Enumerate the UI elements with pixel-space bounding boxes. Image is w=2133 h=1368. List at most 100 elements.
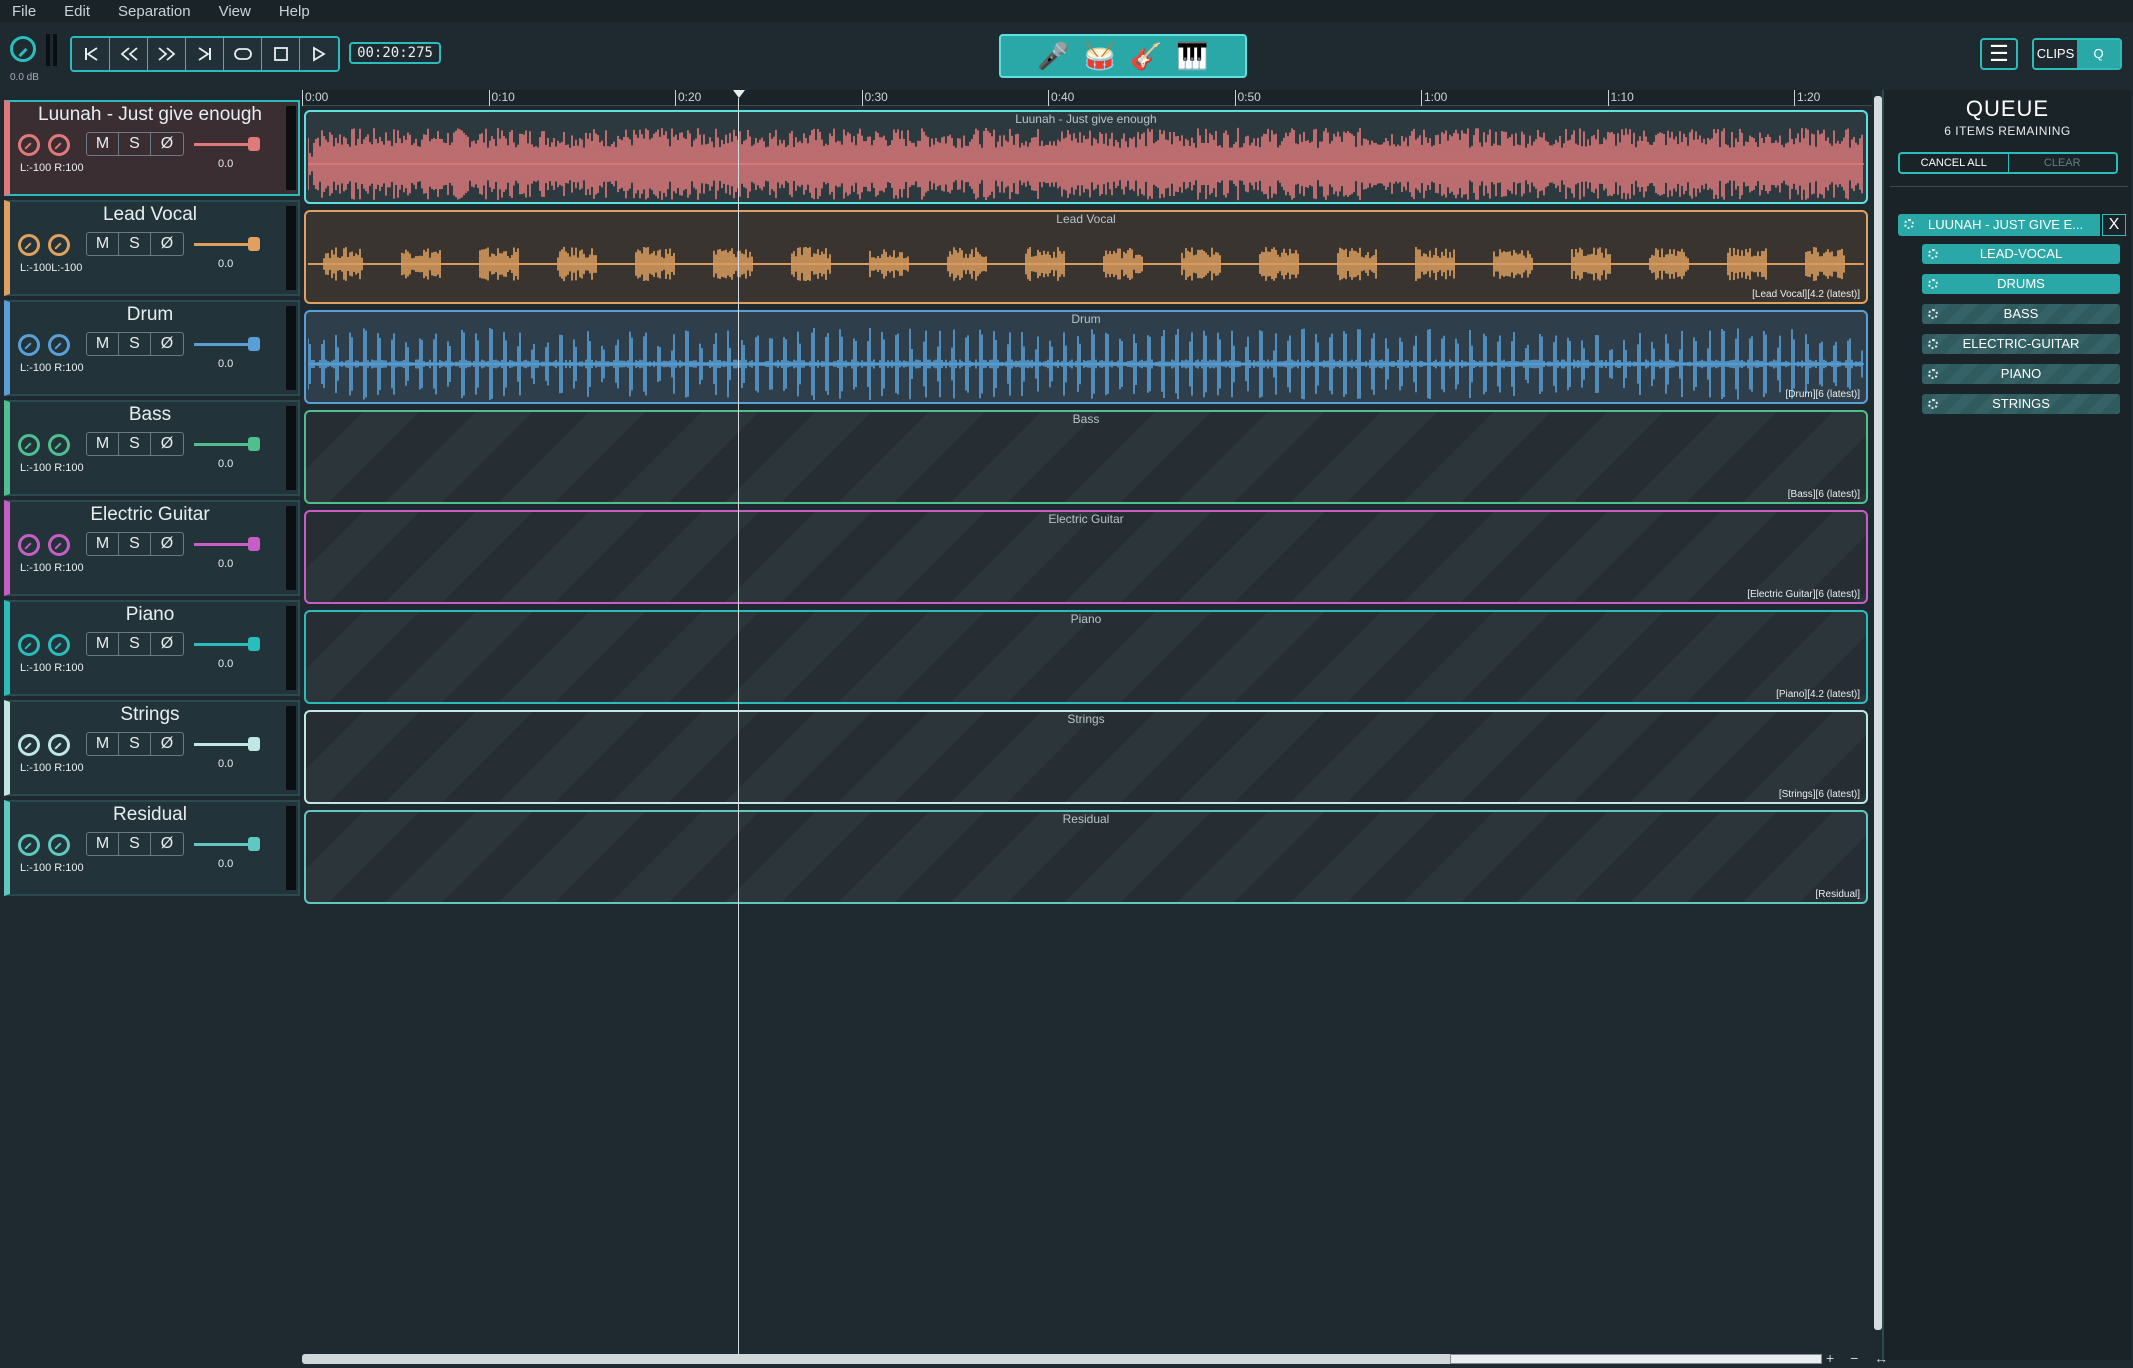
pan-knob[interactable]: [48, 234, 70, 256]
mute-button[interactable]: M: [87, 433, 119, 455]
timeline-ruler[interactable]: 0:00 0:10 0:20 0:30 0:40 0:50 1:00 1:10 1:20: [302, 90, 1872, 106]
track-lane[interactable]: Drum [Drum][6 (latest)]: [304, 310, 1868, 404]
track-header[interactable]: Bass M S Ø 0.0 L:-100 R:100: [4, 400, 300, 496]
loop-button[interactable]: [224, 38, 262, 70]
track-name[interactable]: Luunah - Just give enough: [10, 104, 290, 126]
hamburger-menu-button[interactable]: ☰: [1980, 38, 2018, 70]
microphone-icon[interactable]: 🎤: [1037, 41, 1069, 72]
play-button[interactable]: [300, 38, 338, 70]
close-job-button[interactable]: X: [2102, 214, 2126, 236]
solo-button[interactable]: S: [119, 433, 151, 455]
gain-fader-thumb[interactable]: [248, 537, 260, 551]
clear-processed-button[interactable]: CLEAR PROCESSED: [2009, 154, 2117, 172]
track-name[interactable]: Bass: [10, 404, 290, 426]
pan-knob[interactable]: [48, 834, 70, 856]
menu-help[interactable]: Help: [279, 3, 310, 20]
mute-button[interactable]: M: [87, 233, 119, 255]
menu-edit[interactable]: Edit: [64, 3, 90, 20]
solo-button[interactable]: S: [119, 233, 151, 255]
pan-knob[interactable]: [48, 734, 70, 756]
gain-fader-thumb[interactable]: [248, 837, 260, 851]
queue-item[interactable]: PIANO: [1922, 364, 2120, 384]
phase-invert-button[interactable]: Ø: [151, 533, 183, 555]
phase-invert-button[interactable]: Ø: [151, 833, 183, 855]
guitar-icon[interactable]: 🎸: [1130, 41, 1162, 72]
solo-button[interactable]: S: [119, 733, 151, 755]
volume-knob[interactable]: [18, 134, 40, 156]
mute-button[interactable]: M: [87, 733, 119, 755]
queue-item[interactable]: ELECTRIC-GUITAR: [1922, 334, 2120, 354]
track-name[interactable]: Strings: [10, 704, 290, 726]
track-lane[interactable]: Electric Guitar [Electric Guitar][6 (late…: [304, 510, 1868, 604]
solo-button[interactable]: S: [119, 133, 151, 155]
mute-button[interactable]: M: [87, 633, 119, 655]
solo-button[interactable]: S: [119, 533, 151, 555]
gain-fader-thumb[interactable]: [248, 237, 260, 251]
track-header[interactable]: Electric Guitar M S Ø 0.0 L:-100 R:100: [4, 500, 300, 596]
volume-knob[interactable]: [18, 734, 40, 756]
mute-button[interactable]: M: [87, 833, 119, 855]
skip-forward-button[interactable]: [186, 38, 224, 70]
track-name[interactable]: Drum: [10, 304, 290, 326]
mute-button[interactable]: M: [87, 533, 119, 555]
track-lane[interactable]: Residual [Residual]: [304, 810, 1868, 904]
track-name[interactable]: Electric Guitar: [10, 504, 290, 526]
horizontal-scroll-thumb[interactable]: [1450, 1354, 1822, 1364]
volume-knob[interactable]: [18, 634, 40, 656]
master-volume-knob[interactable]: [10, 36, 36, 62]
track-lane[interactable]: Lead Vocal [Lead Vocal][4.2 (latest)]: [304, 210, 1868, 304]
solo-button[interactable]: S: [119, 633, 151, 655]
menu-separation[interactable]: Separation: [118, 3, 191, 20]
queue-job[interactable]: LUUNAH - JUST GIVE E...: [1898, 214, 2100, 236]
skip-back-button[interactable]: [72, 38, 110, 70]
track-lane[interactable]: Bass [Bass][6 (latest)]: [304, 410, 1868, 504]
volume-knob[interactable]: [18, 234, 40, 256]
stop-button[interactable]: [262, 38, 300, 70]
solo-button[interactable]: S: [119, 333, 151, 355]
playhead-marker[interactable]: [733, 90, 745, 98]
gain-fader-thumb[interactable]: [248, 137, 260, 151]
track-header[interactable]: Lead Vocal M S Ø 0.0 L:-100L:-100: [4, 200, 300, 296]
queue-item[interactable]: STRINGS: [1922, 394, 2120, 414]
pan-knob[interactable]: [48, 634, 70, 656]
gain-fader-thumb[interactable]: [248, 437, 260, 451]
track-header[interactable]: Piano M S Ø 0.0 L:-100 R:100: [4, 600, 300, 696]
gain-fader-thumb[interactable]: [248, 737, 260, 751]
pan-knob[interactable]: [48, 134, 70, 156]
pan-knob[interactable]: [48, 334, 70, 356]
track-lane[interactable]: Luunah - Just give enough: [304, 110, 1868, 204]
mute-button[interactable]: M: [87, 133, 119, 155]
solo-button[interactable]: S: [119, 833, 151, 855]
phase-invert-button[interactable]: Ø: [151, 433, 183, 455]
clips-tab[interactable]: CLIPS: [2034, 40, 2077, 68]
track-lane[interactable]: Strings [Strings][6 (latest)]: [304, 710, 1868, 804]
track-header[interactable]: Drum M S Ø 0.0 L:-100 R:100: [4, 300, 300, 396]
gain-fader-thumb[interactable]: [248, 637, 260, 651]
queue-tab[interactable]: Q: [2077, 40, 2120, 68]
mute-button[interactable]: M: [87, 333, 119, 355]
phase-invert-button[interactable]: Ø: [151, 233, 183, 255]
pan-knob[interactable]: [48, 534, 70, 556]
phase-invert-button[interactable]: Ø: [151, 633, 183, 655]
queue-item[interactable]: DRUMS: [1922, 274, 2120, 294]
phase-invert-button[interactable]: Ø: [151, 333, 183, 355]
menu-file[interactable]: File: [12, 3, 36, 20]
track-lane[interactable]: Piano [Piano][4.2 (latest)]: [304, 610, 1868, 704]
phase-invert-button[interactable]: Ø: [151, 733, 183, 755]
instrument-selector[interactable]: 🎤 🥁 🎸 🎹: [999, 34, 1247, 78]
volume-knob[interactable]: [18, 434, 40, 456]
cancel-all-button[interactable]: CANCEL ALL: [1900, 154, 2009, 172]
pan-knob[interactable]: [48, 434, 70, 456]
piano-icon[interactable]: 🎹: [1176, 41, 1208, 72]
track-name[interactable]: Residual: [10, 804, 290, 826]
volume-knob[interactable]: [18, 534, 40, 556]
queue-item[interactable]: BASS: [1922, 304, 2120, 324]
vertical-scrollbar[interactable]: [1874, 96, 1882, 1330]
volume-knob[interactable]: [18, 834, 40, 856]
queue-item[interactable]: LEAD-VOCAL: [1922, 244, 2120, 264]
track-name[interactable]: Lead Vocal: [10, 204, 290, 226]
track-header[interactable]: Strings M S Ø 0.0 L:-100 R:100: [4, 700, 300, 796]
gain-fader-thumb[interactable]: [248, 337, 260, 351]
fast-forward-button[interactable]: [148, 38, 186, 70]
drum-kit-icon[interactable]: 🥁: [1084, 41, 1116, 72]
